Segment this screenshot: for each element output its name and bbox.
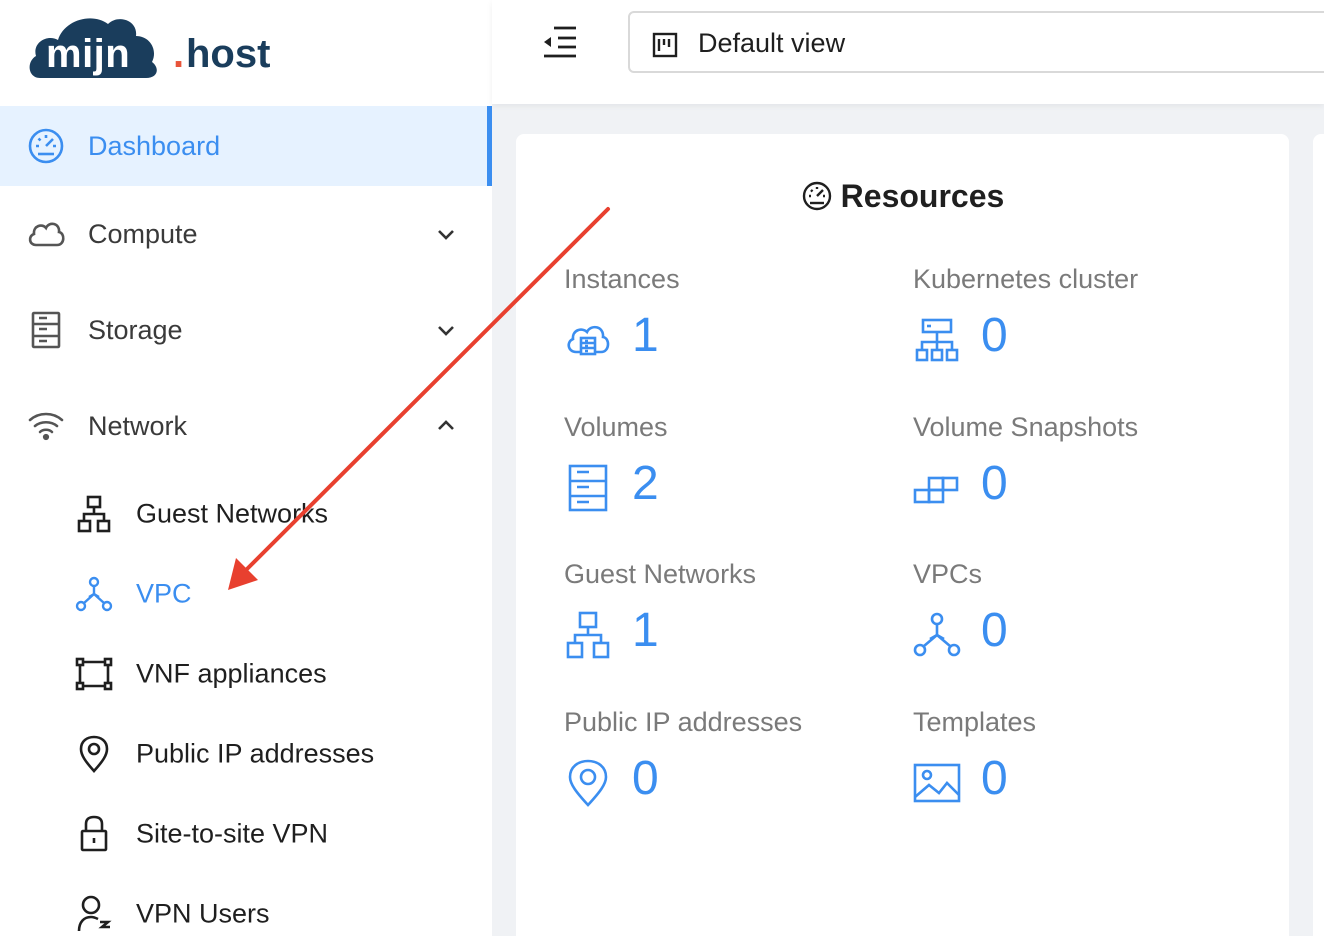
sidebar-item-storage[interactable]: Storage	[0, 290, 492, 370]
sidebar-subitem-site-to-site-vpn[interactable]: Site-to-site VPN	[0, 798, 492, 870]
stat-volumes[interactable]: Volumes 2	[564, 412, 894, 532]
sidebar-subitem-vnf-appliances[interactable]: VNF appliances	[0, 638, 492, 710]
stat-value: 0	[632, 752, 659, 805]
stat-label: Public IP addresses	[564, 707, 803, 737]
stat-kubernetes-cluster[interactable]: Kubernetes cluster 0	[913, 264, 1243, 384]
sidebar-subitem-guest-networks[interactable]: Guest Networks	[0, 478, 492, 550]
sidebar-subitem-label: VPN Users	[136, 898, 270, 929]
user-key-icon	[74, 894, 114, 934]
cloud-icon	[26, 214, 66, 254]
stat-value: 1	[632, 309, 659, 362]
chevron-down-icon	[438, 230, 454, 240]
network-tree-icon	[566, 611, 610, 659]
sidebar: mijn . host Dashboard Compute Storage Ne…	[0, 0, 492, 936]
sidebar-item-compute[interactable]: Compute	[0, 194, 492, 274]
stat-templates[interactable]: Templates 0	[913, 707, 1243, 827]
sidebar-item-dashboard[interactable]: Dashboard	[0, 106, 492, 186]
dashboard-icon	[802, 181, 831, 211]
resources-title-text: Resources	[840, 178, 1005, 214]
cluster-icon	[915, 318, 959, 362]
menu-collapse-button[interactable]	[540, 22, 580, 62]
sidebar-subitem-label: VPC	[136, 578, 192, 609]
resources-card: Resources Instances 1 Kubernetes cluster	[516, 134, 1289, 936]
brand-name-dot: .	[173, 32, 185, 76]
stat-value: 0	[981, 309, 1008, 362]
chevron-down-icon	[438, 326, 454, 336]
top-header: Default view	[492, 0, 1324, 104]
board-icon	[652, 32, 678, 58]
location-pin-icon	[74, 734, 114, 774]
storage-icon	[26, 310, 66, 350]
blocks-icon	[913, 476, 959, 504]
view-selector-label: Default view	[698, 28, 846, 58]
sidebar-item-label: Storage	[88, 314, 183, 345]
stat-label: VPCs	[913, 559, 983, 589]
stat-label: Volume Snapshots	[913, 412, 1139, 442]
stat-label: Templates	[913, 707, 1037, 737]
chevron-up-icon	[438, 420, 454, 430]
stat-instances[interactable]: Instances 1	[564, 264, 894, 384]
stat-value: 1	[632, 604, 659, 657]
stat-label: Instances	[564, 264, 680, 294]
stat-value: 0	[981, 457, 1008, 510]
stat-value: 2	[632, 457, 659, 510]
stat-value: 0	[981, 752, 1008, 805]
sidebar-item-label: Dashboard	[88, 130, 221, 161]
stat-label: Volumes	[564, 412, 668, 442]
stat-guest-networks[interactable]: Guest Networks 1	[564, 559, 894, 679]
network-tree-icon	[74, 494, 114, 534]
sidebar-subitem-vpc[interactable]: VPC	[0, 558, 492, 630]
sidebar-subitem-vpn-users[interactable]: VPN Users	[0, 878, 492, 936]
sidebar-subitem-label: Guest Networks	[136, 498, 329, 529]
sidebar-subitem-public-ip[interactable]: Public IP addresses	[0, 718, 492, 790]
brand-name-part2: host	[186, 32, 271, 76]
stat-vpcs[interactable]: VPCs 0	[913, 559, 1243, 679]
vpc-nodes-icon	[74, 574, 114, 614]
image-icon	[913, 763, 961, 803]
brand-name-part1: mijn	[46, 32, 131, 76]
view-selector[interactable]: Default view	[628, 11, 1324, 73]
app-root: mijn . host Dashboard Compute Storage Ne…	[0, 0, 1324, 936]
menu-fold-icon	[544, 26, 576, 58]
sidebar-item-network[interactable]: Network	[0, 386, 492, 466]
stat-volume-snapshots[interactable]: Volume Snapshots 0	[913, 412, 1243, 532]
location-pin-icon	[568, 759, 608, 807]
cloud-server-icon	[567, 325, 610, 356]
vnf-frame-icon	[74, 654, 114, 694]
storage-icon	[568, 464, 608, 512]
secondary-card	[1313, 134, 1324, 936]
stat-value: 0	[981, 604, 1008, 657]
dashboard-icon	[26, 126, 66, 166]
sidebar-subitem-label: Public IP addresses	[136, 738, 375, 769]
stat-label: Kubernetes cluster	[913, 264, 1139, 294]
sidebar-subitem-label: VNF appliances	[136, 658, 327, 689]
sidebar-subitem-label: Site-to-site VPN	[136, 818, 329, 849]
stat-label: Guest Networks	[564, 559, 757, 589]
sidebar-item-label: Network	[88, 410, 188, 441]
brand-logo[interactable]: mijn . host	[26, 6, 270, 82]
stat-public-ip-addresses[interactable]: Public IP addresses 0	[564, 707, 894, 827]
wifi-icon	[26, 406, 66, 446]
lock-icon	[74, 814, 114, 854]
resources-title: Resources	[516, 178, 1289, 215]
sidebar-item-label: Compute	[88, 218, 198, 249]
vpc-nodes-icon	[913, 612, 961, 657]
